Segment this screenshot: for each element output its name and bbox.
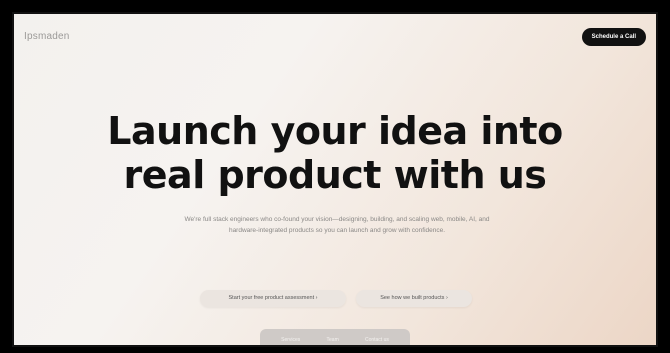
page-frame: Ipsmaden Schedule a Call Launch your ide… bbox=[12, 12, 658, 347]
see-products-label: See how we built products bbox=[380, 295, 445, 301]
headline-line-1: Launch your idea into bbox=[107, 109, 563, 153]
product-assessment-label: Start your free product assessment bbox=[228, 295, 315, 301]
arrow-right-icon: › bbox=[445, 295, 448, 301]
hero-subtext: We're full stack engineers who co-found … bbox=[184, 216, 490, 234]
schedule-call-button[interactable]: Schedule a Call bbox=[581, 28, 646, 46]
product-assessment-button[interactable]: Start your free product assessment › bbox=[200, 290, 346, 307]
dock-item-services[interactable]: Services bbox=[281, 337, 300, 343]
dock-item-team[interactable]: Team bbox=[327, 337, 339, 343]
brand-logo[interactable]: Ipsmaden bbox=[24, 31, 70, 42]
dock-item-contact[interactable]: Contact us bbox=[365, 337, 389, 343]
bottom-nav-dock: Services Team Contact us bbox=[260, 329, 410, 345]
schedule-call-label: Schedule a Call bbox=[591, 34, 636, 40]
see-products-button[interactable]: See how we built products › bbox=[356, 290, 472, 307]
headline-line-2: real product with us bbox=[123, 153, 547, 197]
arrow-right-icon: › bbox=[315, 295, 318, 301]
hero-headline: Launch your idea into real product with … bbox=[14, 109, 656, 197]
